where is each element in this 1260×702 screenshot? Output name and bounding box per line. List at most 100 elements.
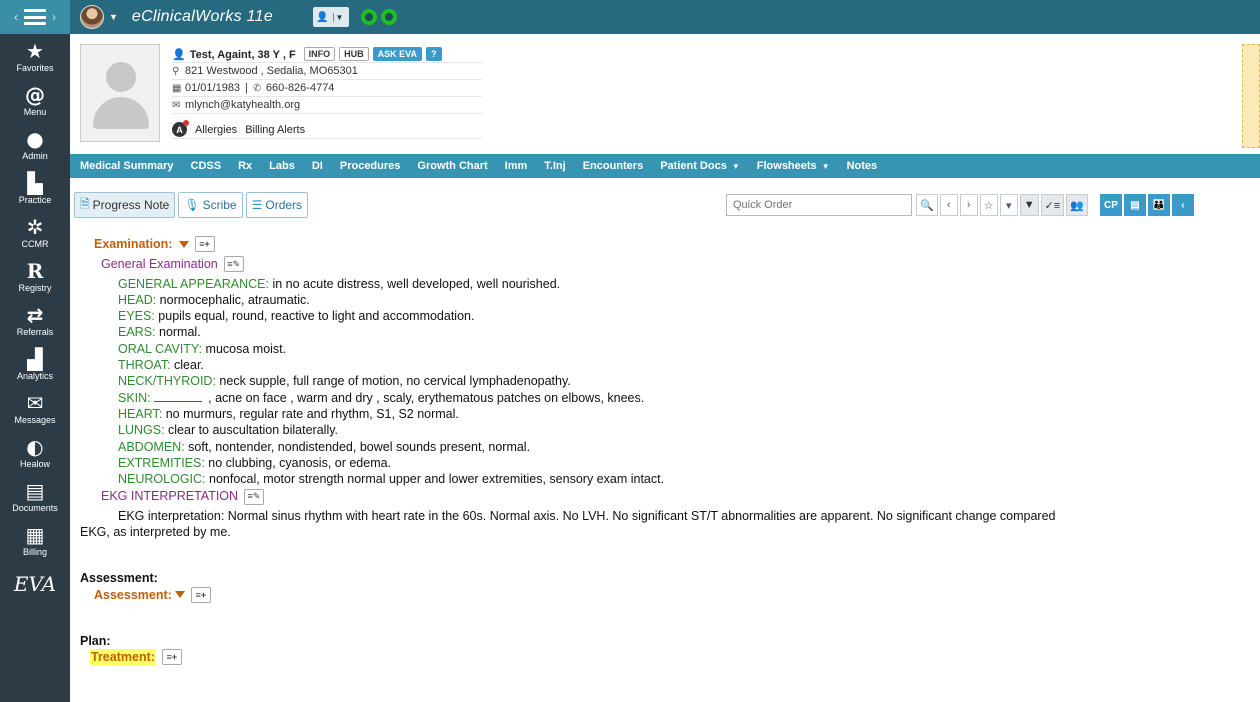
chevron-left-icon[interactable]: ‹	[939, 194, 958, 216]
subsection-title[interactable]: EKG INTERPRETATION	[101, 488, 238, 504]
status-indicator-1[interactable]	[361, 9, 378, 25]
tab-rx[interactable]: Rx	[238, 160, 252, 172]
cp-button[interactable]: CP	[1099, 194, 1122, 216]
sidebar-item-messages[interactable]: ✉ Messages	[0, 386, 70, 430]
admin-person-icon: ●	[26, 127, 44, 151]
exam-label[interactable]: EARS:	[118, 325, 156, 339]
billing-alerts[interactable]: Billing Alerts	[245, 124, 305, 136]
tab-medical-summary[interactable]: Medical Summary	[80, 160, 174, 172]
main-menu-button[interactable]: ‹ ›	[0, 0, 70, 34]
filter-icon[interactable]: ▼	[1019, 194, 1039, 216]
checklist-icon[interactable]: ✓≡	[1040, 194, 1065, 216]
sidebar-item-label: Registry	[18, 283, 52, 293]
chevron-right-icon[interactable]: ›	[959, 194, 978, 216]
general-examination-header: General Examination ≡✎	[101, 256, 1260, 273]
sidebar-item-menu[interactable]: @ Menu	[0, 78, 70, 122]
tab-t-inj[interactable]: T.Inj	[544, 160, 565, 172]
sidebar-item-ccmr[interactable]: ✲ CCMR	[0, 210, 70, 254]
user-icon: 👤	[172, 48, 186, 61]
section-title[interactable]: Examination:	[94, 236, 173, 252]
triangle-down-icon[interactable]	[174, 591, 185, 599]
sidebar-item-referrals[interactable]: ⇄ Referrals	[0, 298, 70, 342]
hub-button[interactable]: HUB	[339, 47, 369, 61]
sidebar-item-healow[interactable]: ◐ Healow	[0, 430, 70, 474]
exam-label[interactable]: HEART:	[118, 407, 162, 421]
ccmr-icon: ✲	[26, 215, 44, 239]
exam-line-general-appearance: GENERAL APPEARANCE: in no acute distress…	[118, 276, 1260, 292]
patient-lookup-button[interactable]: 👤 ▼	[313, 7, 350, 27]
patient-name[interactable]: 👤 Test, Againt, 38 Y , F	[172, 48, 296, 61]
alerts-a-icon[interactable]: A	[172, 120, 189, 137]
add-note-icon[interactable]: ≡+	[194, 236, 215, 253]
info-button[interactable]: INFO	[303, 47, 336, 61]
triangle-down-icon[interactable]	[178, 240, 189, 248]
section-title[interactable]: Treatment:	[90, 649, 156, 666]
quick-order-input[interactable]	[726, 194, 912, 216]
sidebar-item-admin[interactable]: ● Admin	[0, 122, 70, 166]
section-title[interactable]: Assessment:	[94, 587, 172, 603]
tab-patient-docs[interactable]: Patient Docs ▼	[660, 160, 740, 172]
tab-label: Progress Note	[92, 198, 170, 212]
search-icon[interactable]: 🔍	[916, 194, 938, 216]
exam-label[interactable]: ORAL CAVITY:	[118, 342, 202, 356]
exam-label[interactable]: ABDOMEN:	[118, 440, 185, 454]
help-button[interactable]: ?	[426, 47, 442, 61]
sticky-note-panel[interactable]	[1242, 44, 1260, 148]
sidebar-item-registry[interactable]: R Registry	[0, 254, 70, 298]
tab-notes[interactable]: Notes	[847, 160, 878, 172]
exam-label[interactable]: EYES:	[118, 309, 155, 323]
tab-di[interactable]: DI	[312, 160, 323, 172]
avatar-dropdown-icon[interactable]: ▼	[109, 12, 118, 22]
exam-label[interactable]: HEAD:	[118, 293, 156, 307]
add-note-icon[interactable]: ≡+	[161, 649, 182, 666]
phone-icon: ✆	[252, 82, 262, 94]
tab-encounters[interactable]: Encounters	[583, 160, 644, 172]
tab-progress-note[interactable]: 🗎 Progress Note	[74, 192, 176, 218]
tab-labs[interactable]: Labs	[269, 160, 295, 172]
status-indicator-2[interactable]	[381, 9, 398, 25]
collapse-panel-icon[interactable]: ‹	[1171, 194, 1194, 216]
subsection-title[interactable]: General Examination	[101, 256, 218, 272]
tab-orders[interactable]: ☰ Orders	[245, 192, 309, 218]
patient-photo-placeholder-body	[93, 97, 149, 129]
family-icon[interactable]: 👪	[1147, 194, 1170, 216]
user-avatar[interactable]	[80, 5, 104, 29]
exam-label[interactable]: EXTREMITIES:	[118, 456, 205, 470]
patient-info: 👤 Test, Againt, 38 Y , F INFO HUB ASK EVA…	[172, 46, 482, 139]
exam-text: normal.	[155, 325, 201, 340]
favorite-star-icon[interactable]: ☆	[979, 194, 998, 216]
sidebar-item-documents[interactable]: ▤ Documents	[0, 474, 70, 518]
tab-scribe[interactable]: 🎙 Scribe	[178, 192, 243, 218]
practice-building-icon: ▙	[27, 171, 43, 195]
allergies-alert[interactable]: Allergies	[195, 124, 237, 136]
dropdown-icon[interactable]: ▾	[999, 194, 1018, 216]
sidebar-item-favorites[interactable]: ★ Favorites	[0, 34, 70, 78]
sidebar-item-label: Menu	[23, 107, 47, 117]
exam-label[interactable]: NECK/THYROID:	[118, 374, 216, 388]
sidebar-item-practice[interactable]: ▙ Practice	[0, 166, 70, 210]
ask-eva-button[interactable]: ASK EVA	[372, 47, 423, 61]
exam-label[interactable]: THROAT:	[118, 358, 171, 372]
sidebar-item-analytics[interactable]: ▟ Analytics	[0, 342, 70, 386]
sidebar-item-billing[interactable]: ▦ Billing	[0, 518, 70, 562]
patient-photo[interactable]	[80, 44, 160, 142]
exam-label[interactable]: GENERAL APPEARANCE:	[118, 277, 269, 291]
tab-cdss[interactable]: CDSS	[191, 160, 222, 172]
people-icon[interactable]: 👥	[1066, 194, 1088, 216]
exam-text: mucosa moist.	[202, 341, 287, 356]
tab-procedures[interactable]: Procedures	[340, 160, 401, 172]
edit-note-icon[interactable]: ≡✎	[244, 488, 265, 505]
sidebar-item-label: CCMR	[21, 239, 49, 249]
sidebar-item-label: Admin	[22, 151, 48, 161]
skin-blank-field[interactable]	[153, 400, 202, 402]
edit-note-icon[interactable]: ≡✎	[223, 256, 244, 273]
sidebar-item-eva[interactable]: EVA	[0, 562, 70, 606]
notes-icon[interactable]: ▤	[1123, 194, 1146, 216]
tab-imm[interactable]: Imm	[505, 160, 528, 172]
add-note-icon[interactable]: ≡+	[190, 586, 211, 603]
exam-label[interactable]: SKIN:	[118, 391, 151, 405]
exam-label[interactable]: LUNGS:	[118, 423, 165, 437]
tab-growth-chart[interactable]: Growth Chart	[417, 160, 487, 172]
exam-label[interactable]: NEUROLOGIC:	[118, 472, 206, 486]
tab-flowsheets[interactable]: Flowsheets ▼	[757, 160, 830, 172]
